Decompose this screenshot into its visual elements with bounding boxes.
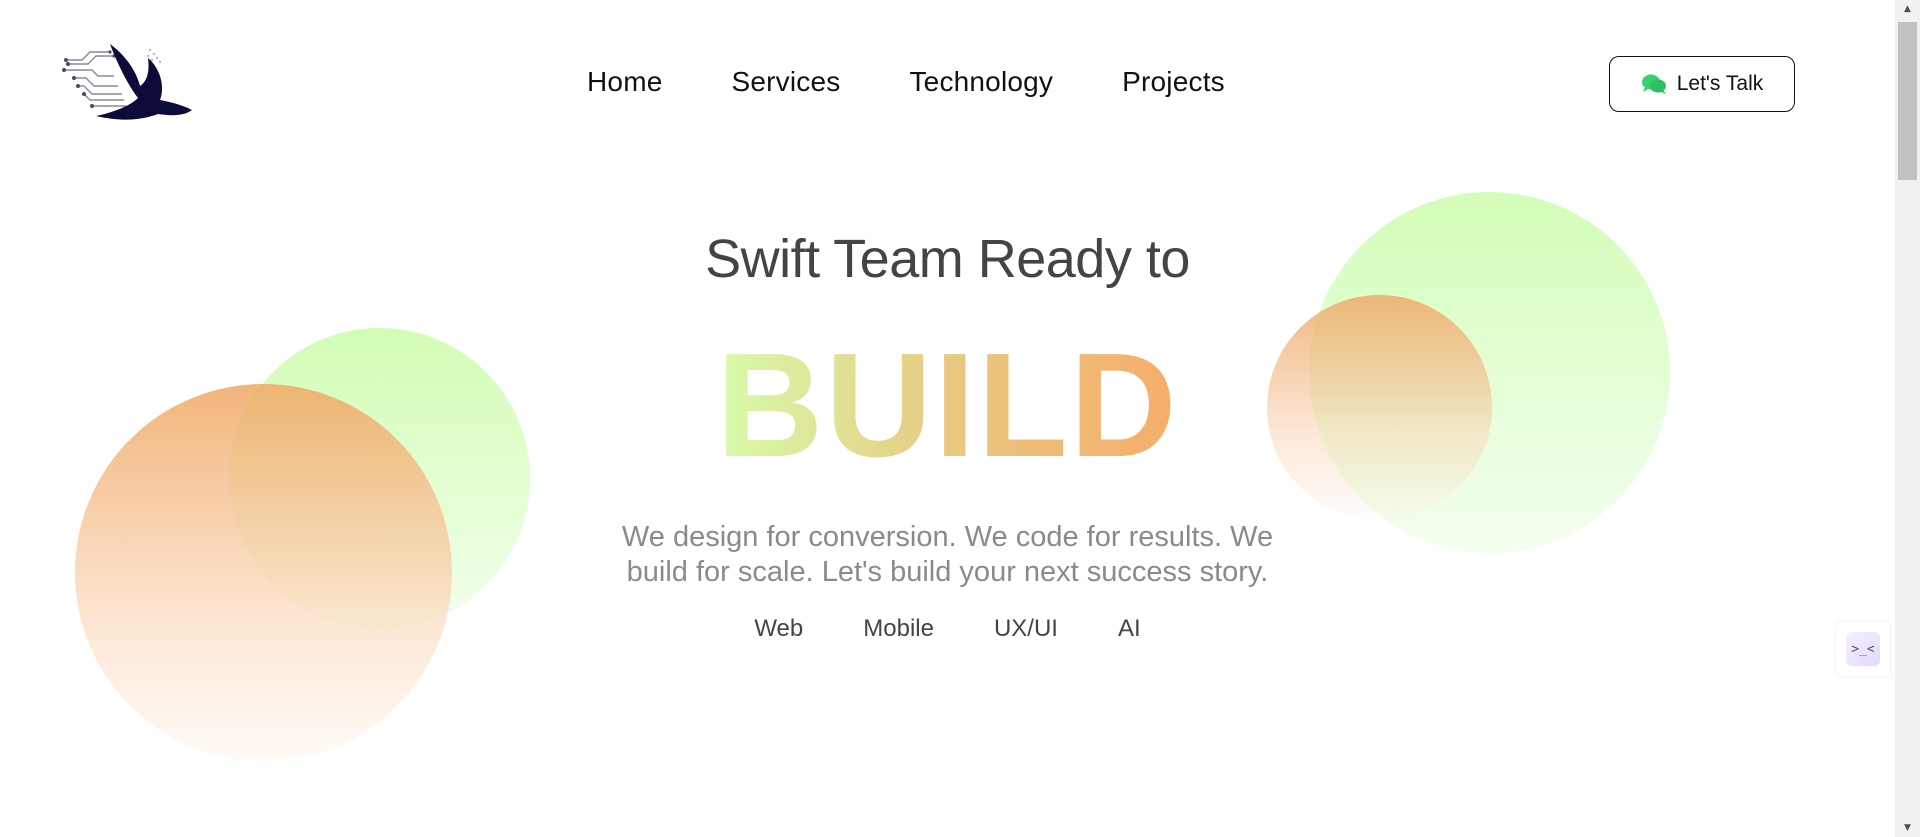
nav-projects[interactable]: Projects — [1122, 66, 1225, 98]
scroll-down-arrow-icon[interactable]: ▼ — [1895, 819, 1920, 837]
tag-ai: AI — [1117, 615, 1141, 642]
tag-ux-ui: UX/UI — [993, 615, 1058, 642]
nav-home[interactable]: Home — [587, 66, 663, 98]
nav-technology[interactable]: Technology — [909, 66, 1053, 98]
lets-talk-button[interactable]: Let's Talk — [1609, 56, 1795, 112]
service-tags: Web Mobile UX/UI AI — [0, 615, 1895, 643]
hero-subtitle: We design for conversion. We code for re… — [621, 521, 1274, 588]
tag-web: Web — [754, 615, 804, 642]
nav-services[interactable]: Services — [732, 66, 841, 98]
scroll-thumb[interactable] — [1898, 22, 1917, 180]
swift-bird-logo[interactable] — [62, 40, 196, 126]
tag-mobile: Mobile — [863, 615, 934, 642]
hero-highlight-text: BUILD — [716, 323, 1179, 488]
chat-bubbles-icon — [1641, 74, 1666, 94]
hero-highlight: BUILD — [0, 332, 1895, 480]
lets-talk-label: Let's Talk — [1676, 72, 1764, 95]
scroll-up-arrow-icon[interactable]: ▲ — [1895, 0, 1920, 18]
side-widget-button[interactable]: >_< — [1836, 622, 1890, 676]
face-icon: >_< — [1846, 632, 1880, 666]
main-nav: Home Services Technology Projects — [587, 66, 1225, 98]
page: Home Services Technology Projects Let's … — [0, 0, 1895, 837]
bird-circuit-icon — [62, 44, 192, 120]
vertical-scrollbar[interactable]: ▲ ▼ — [1895, 0, 1920, 837]
hero-title: Swift Team Ready to — [705, 229, 1190, 289]
